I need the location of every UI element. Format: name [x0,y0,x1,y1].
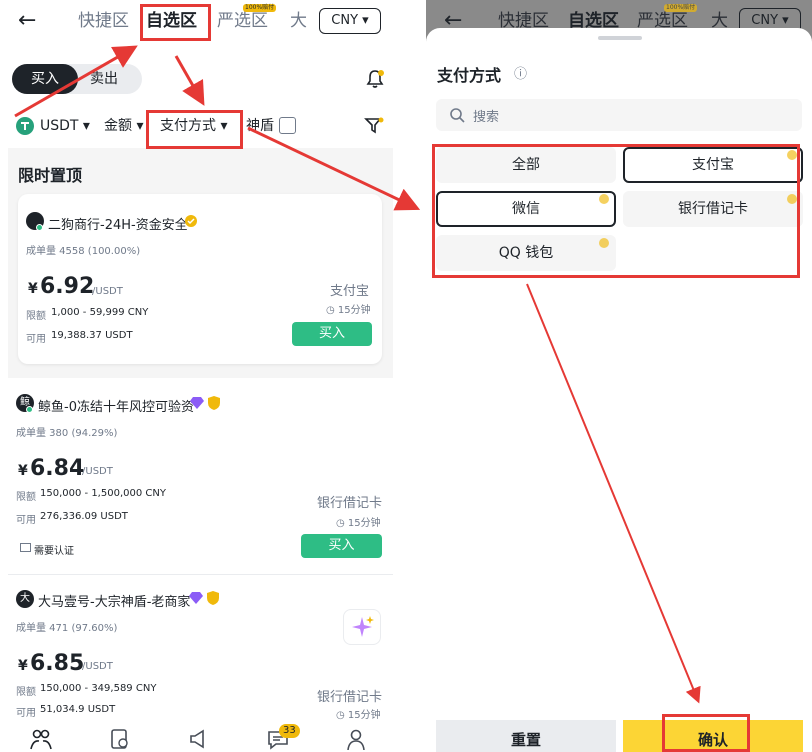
annotation-arrows [14,45,701,704]
arrow-to-confirm [526,283,701,704]
arrow-to-options [247,126,421,211]
arrow-to-payment-filter [174,55,205,106]
arrow-to-custom-tab [14,45,138,118]
